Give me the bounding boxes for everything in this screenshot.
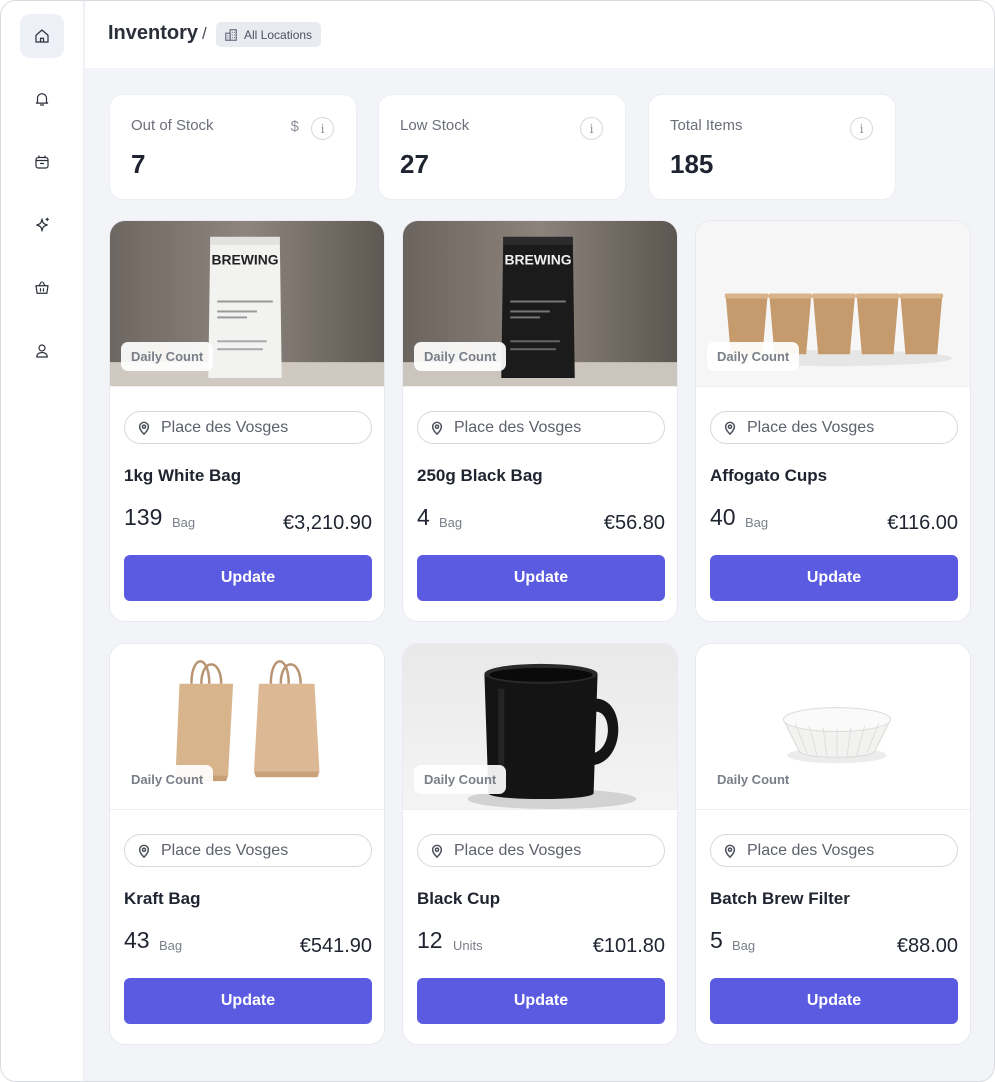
- location-label: Place des Vosges: [454, 841, 582, 859]
- location-filter-chip[interactable]: All Locations: [216, 22, 322, 47]
- update-button[interactable]: Update: [124, 555, 372, 601]
- product-unit: Bag: [439, 515, 463, 530]
- product-quantity: 4: [417, 504, 430, 530]
- stat-label: Low Stock: [400, 117, 470, 134]
- top-header: Inventory / All Locations: [85, 1, 994, 68]
- update-button[interactable]: Update: [710, 978, 958, 1024]
- daily-count-badge: Daily Count: [707, 342, 800, 371]
- sidebar-item-ai[interactable]: [20, 203, 64, 247]
- product-price: €101.80: [592, 935, 665, 957]
- product-name: Black Cup: [417, 889, 501, 908]
- product-price: €56.80: [603, 512, 665, 534]
- map-pin-icon: [138, 421, 150, 435]
- map-pin-icon: [724, 844, 736, 858]
- daily-count-badge: Daily Count: [121, 342, 214, 371]
- bell-icon: [35, 93, 49, 106]
- product-card: Daily Count Place des Vosges Affogato Cu…: [695, 220, 971, 622]
- location-label: Place des Vosges: [161, 841, 289, 859]
- product-quantity: 43: [124, 927, 150, 953]
- map-pin-icon: [724, 421, 736, 435]
- product-name: Kraft Bag: [124, 889, 201, 908]
- bag-brand-text: BREWING: [504, 252, 571, 268]
- product-unit: Bag: [172, 515, 196, 530]
- product-unit: Units: [453, 938, 483, 953]
- product-card: Daily Count Place des Vosges Kraft Bag 4…: [109, 643, 385, 1045]
- daily-count-badge: Daily Count: [414, 342, 507, 371]
- dollar-icon: $: [290, 118, 299, 135]
- location-selector[interactable]: Place des Vosges: [417, 834, 665, 867]
- info-icon[interactable]: i: [311, 117, 334, 140]
- sparkle-icon: [36, 217, 49, 232]
- map-pin-icon: [138, 844, 150, 858]
- product-price: €541.90: [299, 935, 372, 957]
- update-button[interactable]: Update: [417, 555, 665, 601]
- sidebar-item-notifications[interactable]: [20, 77, 64, 121]
- stat-card-total-items: Total Items 185 i: [648, 94, 896, 200]
- daily-count-badge: Daily Count: [414, 765, 507, 794]
- location-label: Place des Vosges: [161, 418, 289, 436]
- product-unit: Bag: [745, 515, 769, 530]
- product-quantity: 5: [710, 927, 723, 953]
- info-icon[interactable]: i: [580, 117, 603, 140]
- product-name: Batch Brew Filter: [710, 889, 850, 908]
- product-price: €116.00: [887, 512, 958, 534]
- map-pin-icon: [431, 421, 443, 435]
- sidebar-item-orders[interactable]: [20, 266, 64, 310]
- product-card: BREWING Daily Count Place des Vosges 250…: [402, 220, 678, 622]
- daily-count-badge: Daily Count: [707, 765, 800, 794]
- product-unit: Bag: [732, 938, 756, 953]
- stat-value: 7: [131, 149, 146, 179]
- sidebar-item-home[interactable]: [20, 14, 64, 58]
- product-quantity: 40: [710, 504, 736, 530]
- product-unit: Bag: [159, 938, 183, 953]
- location-selector[interactable]: Place des Vosges: [710, 834, 958, 867]
- building-icon: [225, 28, 237, 41]
- sidebar: [1, 1, 84, 1081]
- map-pin-icon: [431, 844, 443, 858]
- product-card: BREWING Daily Count Place des Vosges 1kg…: [109, 220, 385, 622]
- location-chip-label: All Locations: [244, 27, 313, 42]
- stat-value: 27: [400, 149, 429, 179]
- sidebar-item-profile[interactable]: [20, 329, 64, 373]
- page-title: Inventory: [108, 22, 199, 44]
- stat-card-out-of-stock: Out of Stock 7 $ i: [109, 94, 357, 200]
- daily-count-badge: Daily Count: [121, 765, 214, 794]
- product-name: 1kg White Bag: [124, 466, 242, 485]
- product-name: Affogato Cups: [710, 466, 828, 485]
- product-name: 250g Black Bag: [417, 466, 543, 485]
- location-selector[interactable]: Place des Vosges: [710, 411, 958, 444]
- stat-card-low-stock: Low Stock 27 i: [378, 94, 626, 200]
- sidebar-item-inventory[interactable]: [20, 140, 64, 184]
- location-selector[interactable]: Place des Vosges: [417, 411, 665, 444]
- location-label: Place des Vosges: [747, 841, 875, 859]
- box-icon: [35, 155, 49, 169]
- location-label: Place des Vosges: [454, 418, 582, 436]
- update-button[interactable]: Update: [124, 978, 372, 1024]
- product-quantity: 139: [124, 504, 163, 530]
- stat-value: 185: [670, 149, 714, 179]
- product-price: €88.00: [896, 935, 958, 957]
- bag-brand-text: BREWING: [211, 252, 278, 268]
- location-selector[interactable]: Place des Vosges: [124, 411, 372, 444]
- product-card: Daily Count Place des Vosges Black Cup 1…: [402, 643, 678, 1045]
- app-frame: Inventory / All Locations Out of Stock 7…: [0, 0, 995, 1082]
- location-label: Place des Vosges: [747, 418, 875, 436]
- update-button[interactable]: Update: [710, 555, 958, 601]
- product-price: €3,210.90: [283, 512, 372, 534]
- home-icon: [35, 29, 49, 43]
- update-button[interactable]: Update: [417, 978, 665, 1024]
- info-icon[interactable]: i: [850, 117, 873, 140]
- product-quantity: 12: [417, 927, 443, 953]
- stat-label: Total Items: [670, 117, 743, 134]
- basket-icon: [35, 281, 49, 294]
- breadcrumb-separator: /: [202, 24, 207, 43]
- user-icon: [36, 344, 48, 358]
- stat-label: Out of Stock: [131, 117, 214, 134]
- location-selector[interactable]: Place des Vosges: [124, 834, 372, 867]
- product-card: Daily Count Place des Vosges Batch Brew …: [695, 643, 971, 1045]
